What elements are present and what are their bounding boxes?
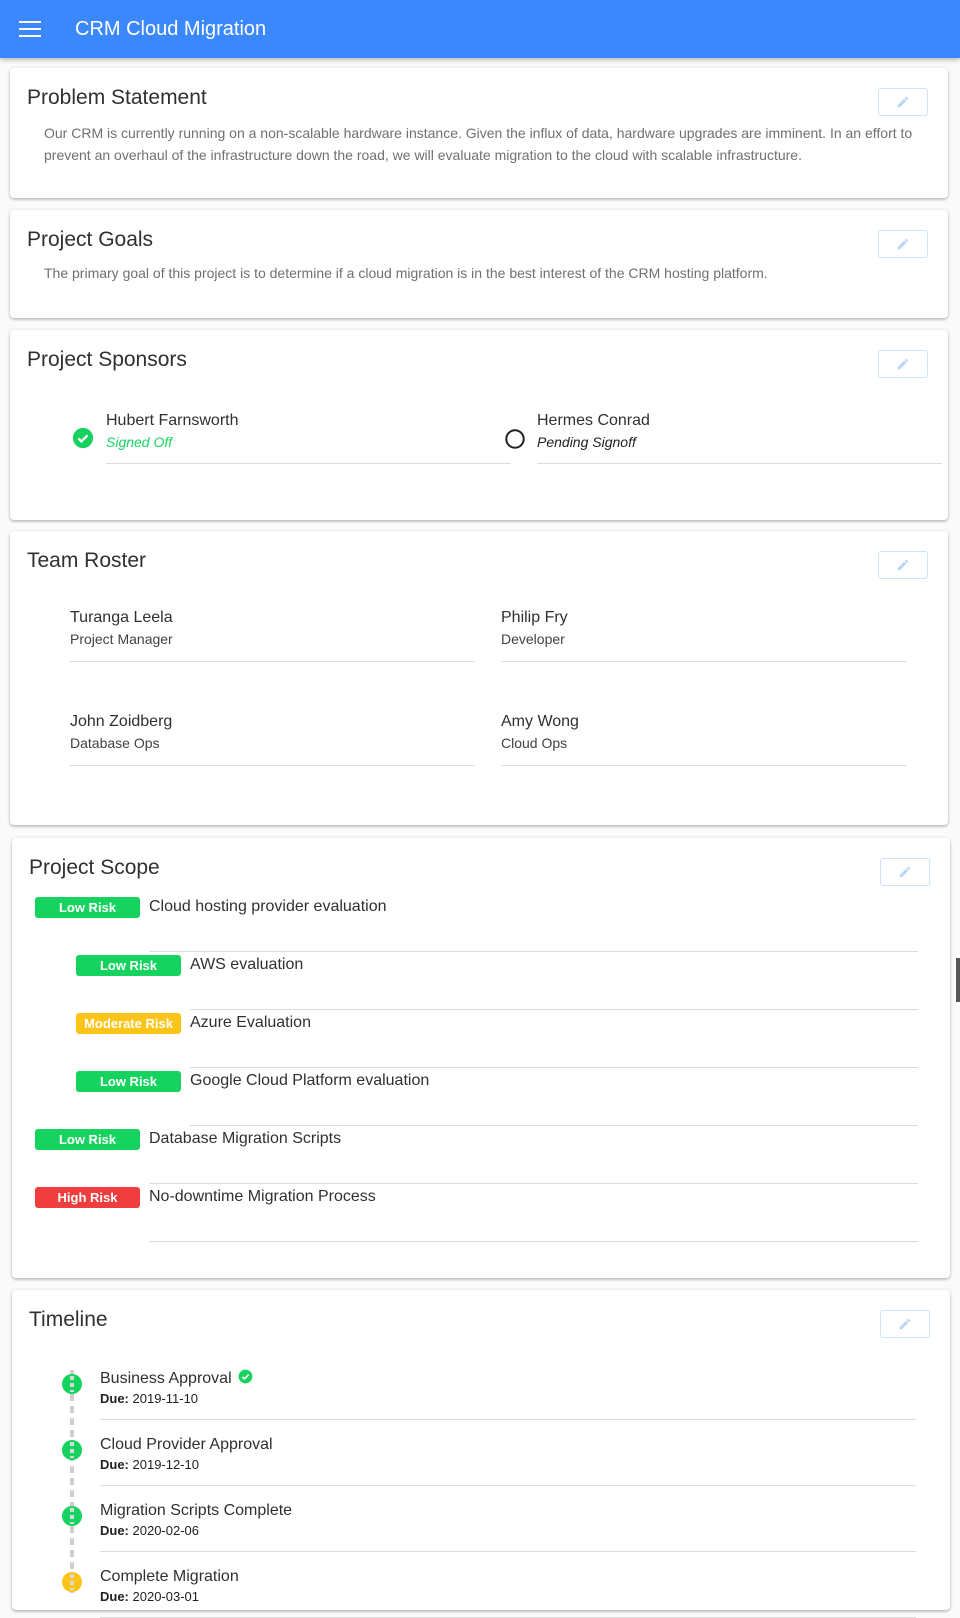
project-sponsors-card: Project Sponsors Hubert Farnsworth Signe…	[10, 330, 948, 520]
pencil-icon	[897, 238, 909, 250]
team-member[interactable]: John Zoidberg Database Ops	[70, 713, 475, 766]
hamburger-menu-icon[interactable]	[19, 21, 41, 37]
team-member[interactable]: Philip Fry Developer	[501, 609, 906, 662]
member-name: Amy Wong	[501, 713, 579, 730]
divider	[149, 951, 918, 952]
team-member[interactable]: Turanga Leela Project Manager	[70, 609, 475, 662]
scope-item-label: Azure Evaluation	[190, 1014, 311, 1031]
timeline-item[interactable]: Complete Migration Due: 2020-03-01	[100, 1568, 916, 1618]
milestone-complete-icon	[62, 1374, 82, 1394]
scrollbar-thumb[interactable]	[956, 958, 960, 1002]
milestone-title: Cloud Provider Approval	[100, 1436, 916, 1454]
scope-item[interactable]: Low Risk	[35, 892, 140, 922]
team-roster-card: Team Roster Turanga Leela Project Manage…	[10, 531, 948, 825]
milestone-title: Business Approval	[100, 1369, 916, 1388]
pencil-icon	[897, 559, 909, 571]
scope-item-label: No-downtime Migration Process	[149, 1188, 376, 1205]
timeline-item[interactable]: Cloud Provider Approval Due: 2019-12-10	[100, 1436, 916, 1486]
check-circle-icon	[72, 427, 94, 449]
card-title: Problem Statement	[27, 86, 207, 109]
card-title: Project Goals	[27, 228, 154, 251]
divider	[190, 1125, 918, 1126]
empty-circle-icon	[505, 429, 525, 449]
risk-badge: Moderate Risk	[76, 1012, 181, 1034]
scope-item-label: Database Migration Scripts	[149, 1130, 342, 1147]
member-name: Philip Fry	[501, 609, 568, 626]
app-bar: CRM Cloud Migration	[0, 0, 960, 58]
risk-badge: Low Risk	[35, 896, 140, 918]
milestone-title-text: Migration Scripts Complete	[100, 1502, 293, 1519]
timeline-item[interactable]: Migration Scripts Complete Due: 2020-02-0…	[100, 1502, 916, 1552]
milestone-due: Due: 2020-03-01	[100, 1589, 199, 1604]
divider	[149, 1183, 918, 1184]
timeline-connector	[70, 1370, 74, 1594]
risk-badge: High Risk	[35, 1186, 140, 1208]
risk-badge: Low Risk	[35, 1128, 140, 1150]
scope-item-label: Cloud hosting provider evaluation	[149, 898, 387, 915]
sponsor-name: Hubert Farnsworth	[106, 412, 239, 429]
risk-badge: Low Risk	[76, 954, 181, 976]
problem-statement-card: Problem Statement Our CRM is currently r…	[10, 68, 948, 198]
scope-item[interactable]: Low Risk	[76, 950, 181, 980]
member-role: Cloud Ops	[501, 735, 568, 751]
card-title: Project Sponsors	[27, 348, 187, 371]
sponsor-item[interactable]: Hubert Farnsworth Signed Off	[106, 412, 511, 464]
edit-button[interactable]	[880, 1310, 930, 1338]
member-role: Project Manager	[70, 631, 173, 647]
card-title: Project Scope	[29, 856, 160, 879]
edit-button[interactable]	[878, 230, 928, 258]
pencil-icon	[897, 96, 909, 108]
edit-button[interactable]	[880, 858, 930, 886]
member-name: Turanga Leela	[70, 609, 173, 626]
divider	[190, 1009, 918, 1010]
milestone-complete-icon	[62, 1440, 82, 1460]
milestone-title-text: Cloud Provider Approval	[100, 1436, 273, 1453]
member-role: Database Ops	[70, 735, 160, 751]
divider	[190, 1067, 918, 1068]
project-goals-text: The primary goal of this project is to d…	[44, 265, 768, 281]
milestone-title: Migration Scripts Complete	[100, 1502, 916, 1520]
timeline-item[interactable]: Business Approval Due: 2019-11-10	[100, 1369, 916, 1420]
sponsor-item[interactable]: Hermes Conrad Pending Signoff	[537, 412, 942, 464]
milestone-title: Complete Migration	[100, 1568, 916, 1586]
member-name: John Zoidberg	[70, 713, 173, 730]
milestone-title-text: Complete Migration	[100, 1568, 239, 1585]
card-title: Team Roster	[27, 549, 147, 572]
edit-button[interactable]	[878, 551, 928, 579]
scope-item[interactable]: Low Risk	[76, 1066, 181, 1096]
pencil-icon	[897, 358, 909, 370]
check-circle-icon	[238, 1369, 253, 1383]
scope-item[interactable]: Moderate Risk	[76, 1008, 181, 1038]
milestone-due: Due: 2020-02-06	[100, 1523, 199, 1538]
milestone-due: Due: 2019-11-10	[100, 1391, 199, 1406]
member-role: Developer	[501, 631, 565, 647]
app-title: CRM Cloud Migration	[75, 17, 267, 40]
milestone-complete-icon	[62, 1506, 82, 1526]
project-scope-card: Project Scope Low Risk Cloud hosting prov…	[12, 838, 950, 1278]
milestone-pending-icon	[62, 1572, 82, 1592]
scope-item-label: AWS evaluation	[190, 956, 304, 973]
sponsor-name: Hermes Conrad	[537, 412, 650, 429]
milestone-due: Due: 2019-12-10	[100, 1457, 199, 1472]
card-title: Timeline	[29, 1308, 108, 1331]
scope-item[interactable]: Low Risk	[35, 1124, 140, 1154]
edit-button[interactable]	[878, 88, 928, 116]
pencil-icon	[899, 866, 911, 878]
problem-statement-text: Our CRM is currently running on a non-sc…	[44, 125, 913, 163]
pencil-icon	[899, 1318, 911, 1330]
team-member[interactable]: Amy Wong Cloud Ops	[501, 713, 906, 766]
sponsor-status: Signed Off	[106, 434, 173, 450]
divider	[149, 1241, 918, 1242]
scope-item-label: Google Cloud Platform evaluation	[190, 1072, 430, 1089]
project-goals-card: Project Goals The primary goal of this p…	[10, 210, 948, 318]
scope-item[interactable]: High Risk	[35, 1182, 140, 1212]
risk-badge: Low Risk	[76, 1070, 181, 1092]
sponsor-status: Pending Signoff	[537, 434, 636, 450]
milestone-title-text: Business Approval	[100, 1370, 232, 1387]
edit-button[interactable]	[878, 350, 928, 378]
